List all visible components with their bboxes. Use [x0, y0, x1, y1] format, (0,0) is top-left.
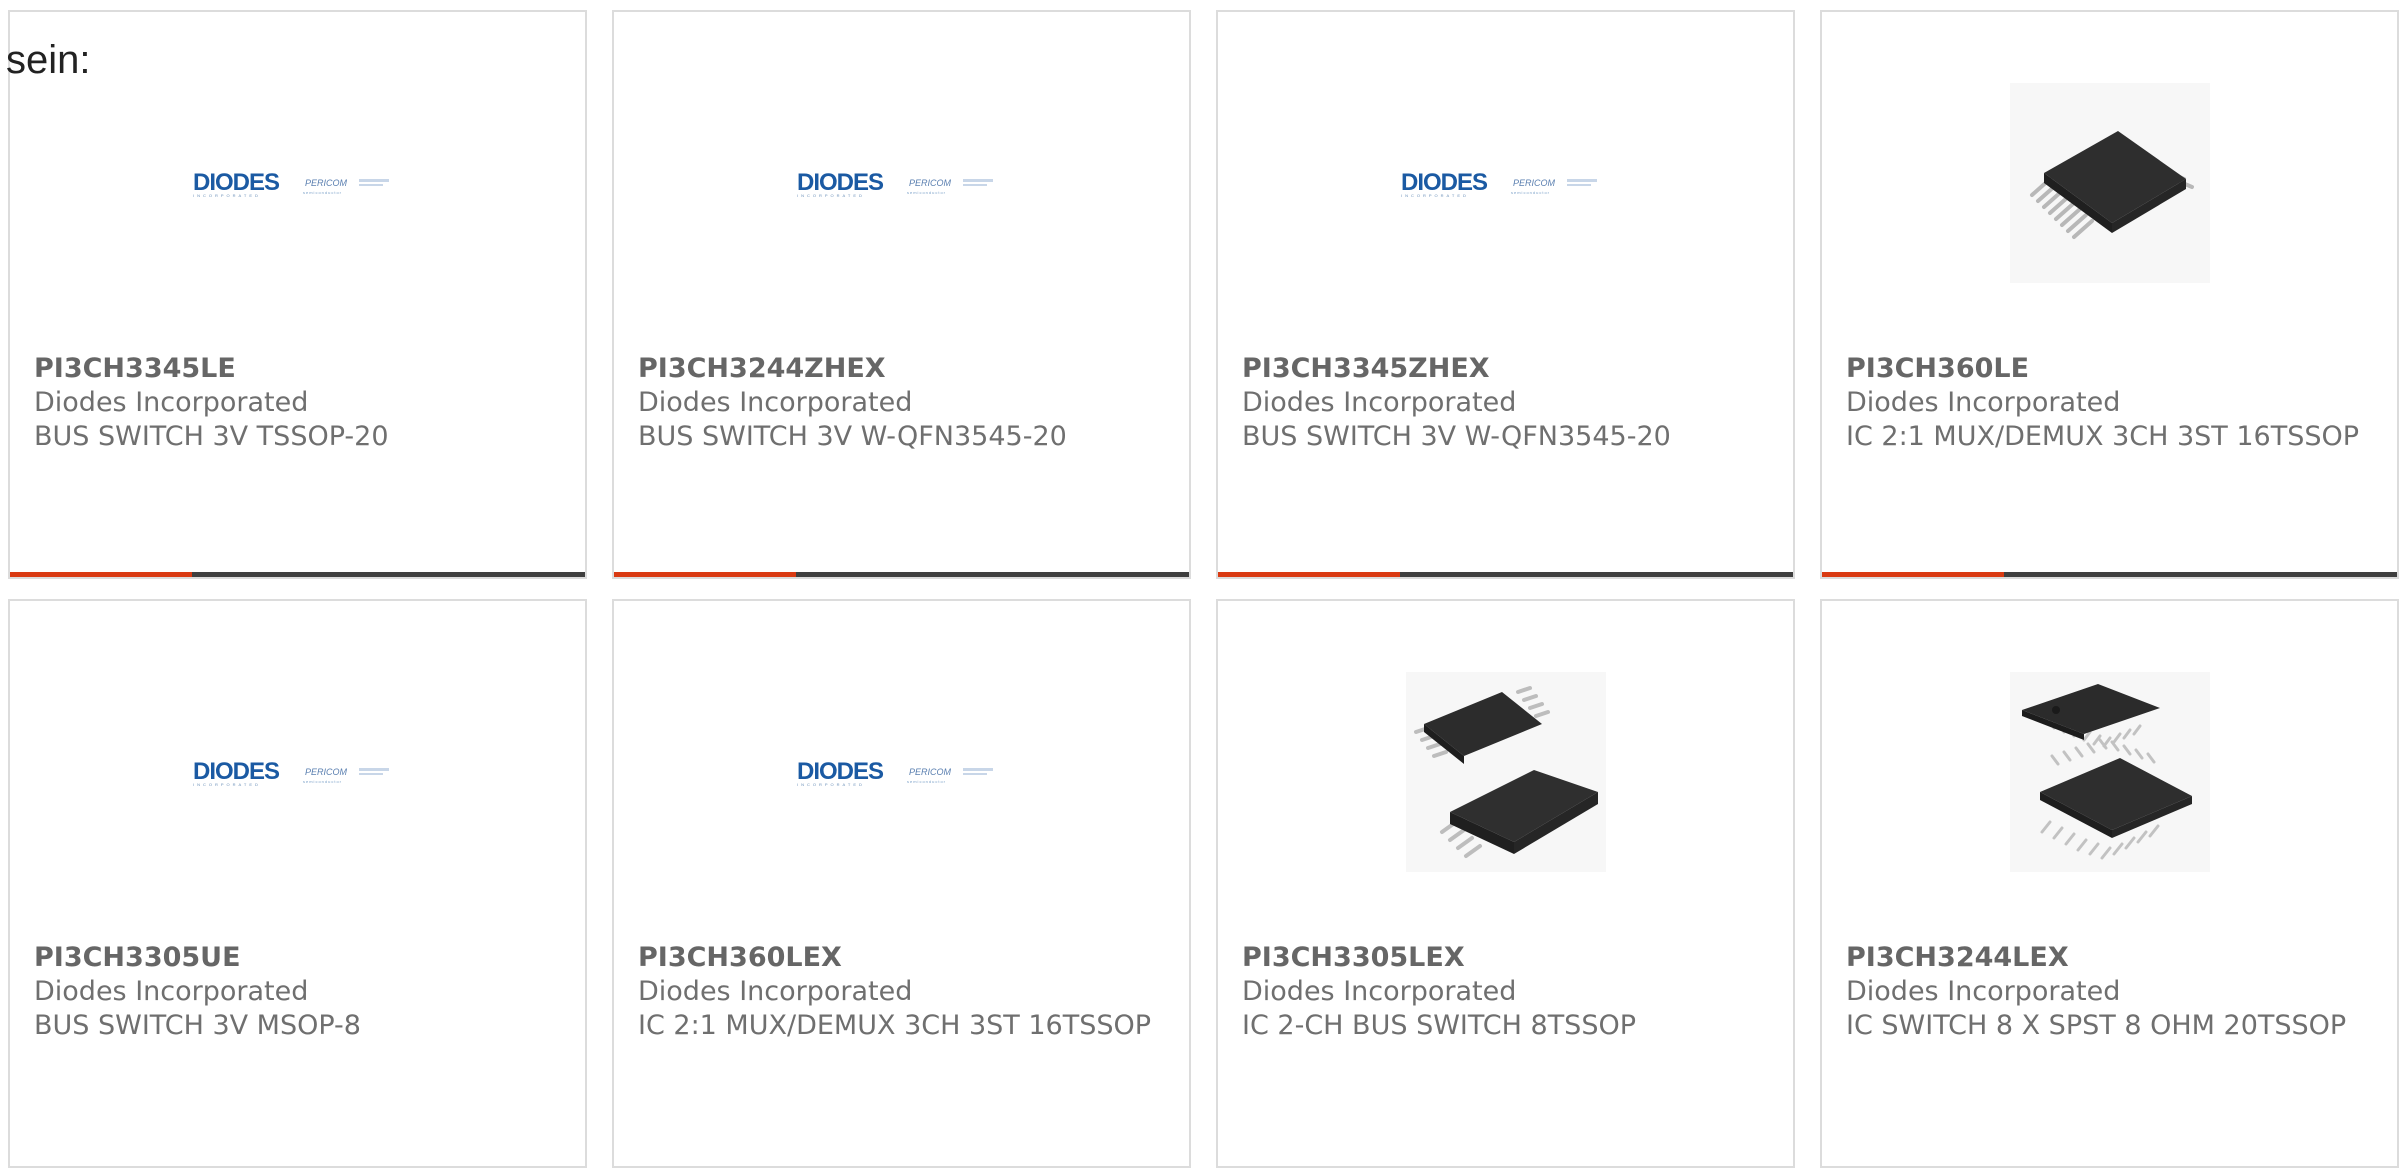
product-card[interactable]: PI3CH3305LEX Diodes Incorporated IC 2-CH…	[1216, 599, 1795, 1168]
diodes-pericom-logo: DIODES INCORPORATED PERICOM semiconducto…	[193, 758, 389, 787]
diodes-pericom-logo: DIODES INCORPORATED PERICOM semiconducto…	[193, 169, 389, 198]
manufacturer: Diodes Incorporated	[34, 387, 309, 418]
card-footer-bar	[1822, 572, 2397, 577]
tssop20-pair-photo	[2009, 671, 2210, 872]
svg-text:DIODES: DIODES	[193, 169, 280, 196]
diodes-pericom-logo: DIODES INCORPORATED PERICOM semiconducto…	[1401, 169, 1597, 198]
svg-text:semiconductor: semiconductor	[303, 779, 342, 784]
description: IC 2-CH BUS SWITCH 8TSSOP	[1242, 1010, 1636, 1041]
product-info: PI3CH3244ZHEX Diodes Incorporated BUS SW…	[638, 352, 1165, 454]
product-info: PI3CH360LEX Diodes Incorporated IC 2:1 M…	[638, 941, 1165, 1043]
product-info: PI3CH3244LEX Diodes Incorporated IC SWIT…	[1846, 941, 2373, 1043]
svg-text:PERICOM: PERICOM	[305, 767, 348, 777]
product-image[interactable]	[1822, 80, 2397, 285]
description: IC 2:1 MUX/DEMUX 3CH 3ST 16TSSOP	[1846, 421, 2360, 452]
svg-text:INCORPORATED: INCORPORATED	[193, 193, 261, 198]
part-number-link[interactable]: PI3CH3345ZHEX	[1242, 352, 1769, 386]
product-card[interactable]: PI3CH360LE Diodes Incorporated IC 2:1 MU…	[1820, 10, 2399, 579]
product-image[interactable]: DIODES INCORPORATED PERICOM semiconducto…	[614, 80, 1189, 285]
svg-text:semiconductor: semiconductor	[907, 190, 946, 195]
manufacturer: Diodes Incorporated	[1846, 976, 2121, 1007]
card-accent-bar	[10, 572, 192, 577]
diodes-pericom-logo: DIODES INCORPORATED PERICOM semiconducto…	[797, 169, 993, 198]
product-image[interactable]: DIODES INCORPORATED PERICOM semiconducto…	[614, 669, 1189, 874]
product-info: PI3CH3345ZHEX Diodes Incorporated BUS SW…	[1242, 352, 1769, 454]
svg-text:DIODES: DIODES	[797, 758, 884, 785]
product-card[interactable]: DIODES INCORPORATED PERICOM semiconducto…	[8, 10, 587, 579]
svg-text:INCORPORATED: INCORPORATED	[1401, 193, 1469, 198]
product-image[interactable]: DIODES INCORPORATED PERICOM semiconducto…	[10, 80, 585, 285]
product-grid: DIODES INCORPORATED PERICOM semiconducto…	[8, 10, 2399, 1168]
svg-text:DIODES: DIODES	[1401, 169, 1488, 196]
product-card[interactable]: DIODES INCORPORATED PERICOM semiconducto…	[1216, 10, 1795, 579]
product-image[interactable]	[1822, 669, 2397, 874]
product-image[interactable]: DIODES INCORPORATED PERICOM semiconducto…	[10, 669, 585, 874]
part-number-link[interactable]: PI3CH3244LEX	[1846, 941, 2373, 975]
card-footer-bar	[614, 572, 1189, 577]
product-info: PI3CH3305UE Diodes Incorporated BUS SWIT…	[34, 941, 561, 1043]
product-card[interactable]: PI3CH3244LEX Diodes Incorporated IC SWIT…	[1820, 599, 2399, 1168]
description: BUS SWITCH 3V TSSOP-20	[34, 421, 389, 452]
diodes-pericom-logo: DIODES INCORPORATED PERICOM semiconducto…	[797, 758, 993, 787]
manufacturer: Diodes Incorporated	[1846, 387, 2121, 418]
part-number-link[interactable]: PI3CH3244ZHEX	[638, 352, 1165, 386]
part-number-link[interactable]: PI3CH3305UE	[34, 941, 561, 975]
manufacturer: Diodes Incorporated	[1242, 387, 1517, 418]
svg-text:INCORPORATED: INCORPORATED	[193, 782, 261, 787]
part-number-link[interactable]: PI3CH360LE	[1846, 352, 2373, 386]
card-accent-bar	[614, 572, 796, 577]
card-footer-bar	[1218, 572, 1793, 577]
svg-text:PERICOM: PERICOM	[909, 178, 952, 188]
svg-text:PERICOM: PERICOM	[1513, 178, 1556, 188]
intro-text: sein:	[6, 38, 91, 82]
part-number-link[interactable]: PI3CH360LEX	[638, 941, 1165, 975]
product-info: PI3CH3305LEX Diodes Incorporated IC 2-CH…	[1242, 941, 1769, 1043]
svg-text:DIODES: DIODES	[797, 169, 884, 196]
card-accent-bar	[1822, 572, 2004, 577]
product-image[interactable]	[1218, 669, 1793, 874]
svg-text:semiconductor: semiconductor	[1511, 190, 1550, 195]
product-image[interactable]: DIODES INCORPORATED PERICOM semiconducto…	[1218, 80, 1793, 285]
svg-text:DIODES: DIODES	[193, 758, 280, 785]
part-number-link[interactable]: PI3CH3305LEX	[1242, 941, 1769, 975]
description: BUS SWITCH 3V MSOP-8	[34, 1010, 361, 1041]
description: IC SWITCH 8 X SPST 8 OHM 20TSSOP	[1846, 1010, 2347, 1041]
manufacturer: Diodes Incorporated	[1242, 976, 1517, 1007]
tssop8-pair-photo	[1405, 671, 1606, 872]
manufacturer: Diodes Incorporated	[638, 387, 913, 418]
description: BUS SWITCH 3V W-QFN3545-20	[1242, 421, 1671, 452]
svg-text:INCORPORATED: INCORPORATED	[797, 193, 865, 198]
manufacturer: Diodes Incorporated	[34, 976, 309, 1007]
product-info: PI3CH3345LE Diodes Incorporated BUS SWIT…	[34, 352, 561, 454]
svg-text:PERICOM: PERICOM	[909, 767, 952, 777]
product-card[interactable]: DIODES INCORPORATED PERICOM semiconducto…	[612, 599, 1191, 1168]
manufacturer: Diodes Incorporated	[638, 976, 913, 1007]
description: IC 2:1 MUX/DEMUX 3CH 3ST 16TSSOP	[638, 1010, 1152, 1041]
card-accent-bar	[1218, 572, 1400, 577]
product-card[interactable]: DIODES INCORPORATED PERICOM semiconducto…	[8, 599, 587, 1168]
svg-text:INCORPORATED: INCORPORATED	[797, 782, 865, 787]
product-info: PI3CH360LE Diodes Incorporated IC 2:1 MU…	[1846, 352, 2373, 454]
card-footer-bar	[10, 572, 585, 577]
svg-text:semiconductor: semiconductor	[907, 779, 946, 784]
product-card[interactable]: DIODES INCORPORATED PERICOM semiconducto…	[612, 10, 1191, 579]
svg-text:PERICOM: PERICOM	[305, 178, 348, 188]
part-number-link[interactable]: PI3CH3345LE	[34, 352, 561, 386]
svg-text:semiconductor: semiconductor	[303, 190, 342, 195]
tssop-chip-photo	[2009, 82, 2210, 283]
description: BUS SWITCH 3V W-QFN3545-20	[638, 421, 1067, 452]
